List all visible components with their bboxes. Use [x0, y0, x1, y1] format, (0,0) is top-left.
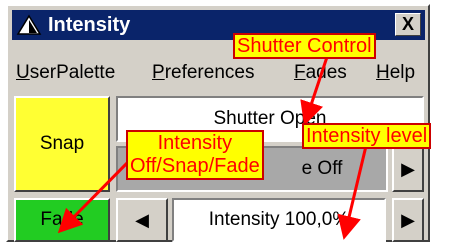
right-arrow-icon: ▶ [401, 209, 415, 230]
menu-preferences[interactable]: Preferences [152, 62, 254, 84]
intensity-value-field[interactable]: Intensity 100,0% [172, 198, 386, 242]
menu-mnemonic: H [376, 62, 390, 83]
menu-fades[interactable]: Fades [294, 62, 347, 84]
menu-userpalette[interactable]: UserPalette [16, 62, 115, 84]
triangle-icon [16, 14, 42, 41]
menu-label: elp [389, 62, 416, 83]
right-arrow-icon: ▶ [401, 158, 415, 179]
snap-button[interactable]: Snap [14, 96, 110, 192]
annotation-off-snap-fade: Intensity Off/Snap/Fade [126, 130, 264, 180]
off-status-text: e Off [301, 158, 343, 179]
menu-help[interactable]: Help [376, 62, 415, 84]
menu-mnemonic: P [152, 62, 165, 83]
annotation-line-1: Intensity [157, 132, 233, 154]
fade-button[interactable]: Fade [14, 198, 110, 242]
menu-label: references [164, 62, 255, 83]
menu-mnemonic: F [294, 62, 306, 83]
annotation-line-2: Off/Snap/Fade [130, 155, 260, 177]
annotation-shutter-control: Shutter Control [233, 33, 376, 59]
menu-bar: UserPalette Preferences Fades Help [12, 56, 432, 88]
annotation-intensity-level: Intensity level [302, 123, 432, 149]
menu-label: serPalette [29, 62, 116, 83]
menu-label: ades [305, 62, 347, 83]
intensity-increase-button[interactable]: ▶ [392, 198, 424, 242]
intensity-decrease-button[interactable]: ◀ [116, 198, 168, 242]
window-title: Intensity [48, 14, 131, 36]
shutter-next-button[interactable]: ▶ [392, 146, 424, 192]
left-arrow-icon: ◀ [135, 209, 149, 230]
menu-mnemonic: U [16, 62, 30, 83]
close-button[interactable]: X [395, 13, 421, 36]
